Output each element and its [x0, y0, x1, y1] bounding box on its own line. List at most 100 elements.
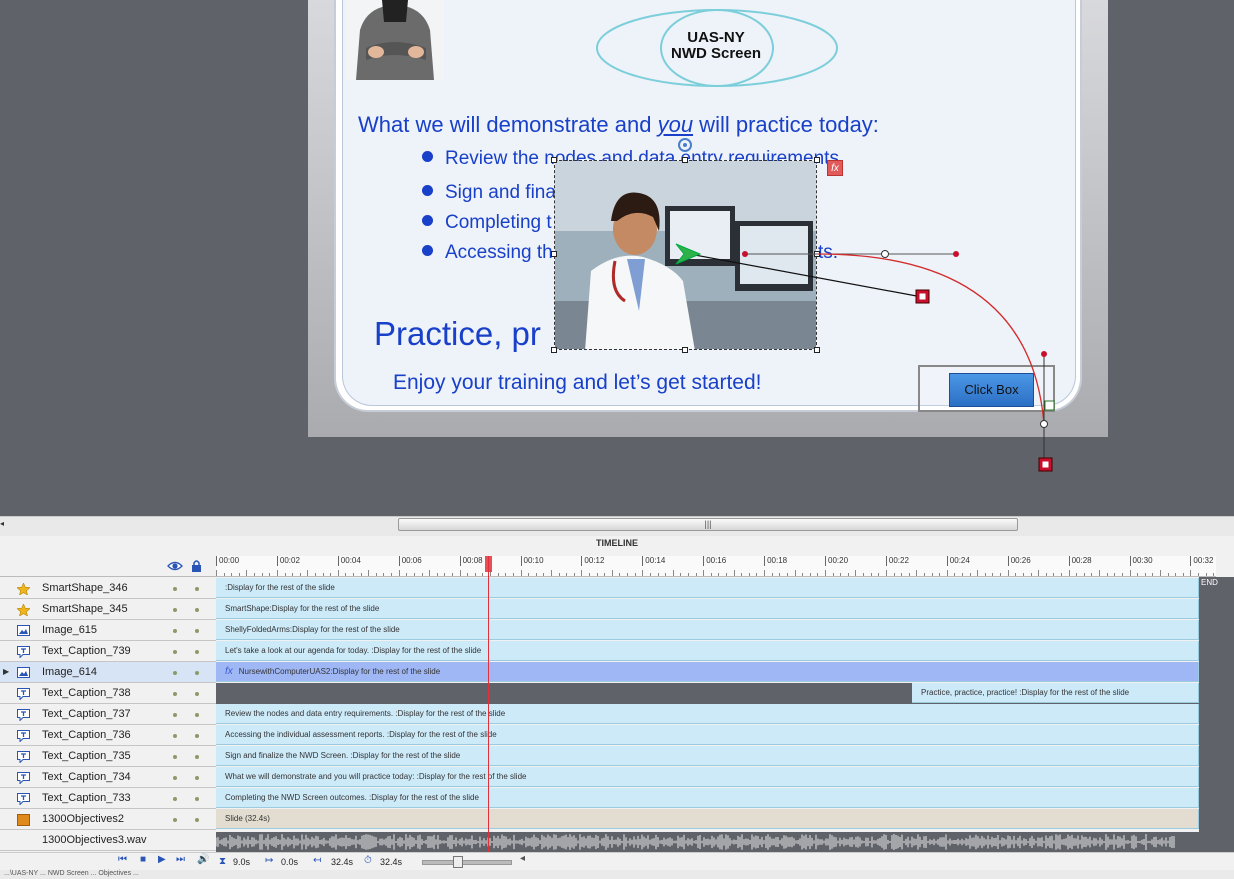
zoom-left-arrow-icon[interactable]: ◂ [520, 853, 525, 864]
visibility-toggle[interactable] [173, 692, 177, 696]
timeline-bar[interactable]: ShellyFoldedArms:Display for the rest of… [216, 620, 1199, 640]
lock-toggle[interactable] [195, 776, 199, 780]
ruler-minor-tick [786, 573, 788, 576]
end-time-value: 32.4s [380, 857, 403, 867]
layer-name: 1300Objectives3.wav [42, 834, 147, 846]
lock-icon[interactable] [191, 559, 202, 572]
visibility-toggle[interactable] [173, 587, 177, 591]
timeline-bar[interactable]: fx NursewithComputerUAS2:Display for the … [216, 662, 1199, 682]
ruler-minor-tick [299, 573, 301, 576]
ruler-minor-tick [908, 573, 910, 576]
ruler-minor-tick [398, 570, 400, 576]
visibility-toggle[interactable] [173, 818, 177, 822]
timeline-bar[interactable]: SmartShape:Display for the rest of the s… [216, 599, 1199, 619]
lock-toggle[interactable] [195, 629, 199, 633]
zoom-slider-track[interactable] [422, 860, 512, 865]
lock-toggle[interactable] [195, 818, 199, 822]
expand-arrow-icon[interactable]: ▶ [3, 667, 9, 676]
timeline-bar[interactable]: Slide (32.4s) [216, 809, 1199, 829]
ruler-minor-tick [375, 573, 377, 576]
scroll-left-arrow-icon[interactable]: ◂ [0, 519, 4, 528]
ruler-minor-tick [611, 570, 613, 576]
ruler-minor-tick [817, 573, 819, 576]
layer-row[interactable]: SmartShape_345 [0, 599, 216, 620]
layer-name: Text_Caption_736 [42, 729, 131, 741]
lock-toggle[interactable] [195, 713, 199, 717]
ruler-minor-tick [1198, 573, 1199, 576]
lock-toggle[interactable] [195, 671, 199, 675]
lock-toggle[interactable] [195, 692, 199, 696]
timeline-ruler[interactable]: 00:00 00:02 00:04 00:06 00:08 00:10 00:12 00:14… [216, 556, 1216, 577]
play-icon[interactable]: ▶ [158, 854, 166, 865]
layer-row[interactable]: 1300Objectives2 [0, 809, 216, 830]
ruler-minor-tick [451, 573, 453, 576]
ruler-minor-tick [550, 570, 552, 576]
ruler-minor-tick [505, 573, 507, 576]
layer-row[interactable]: Text_Caption_734 [0, 767, 216, 788]
audio-speaker-icon[interactable]: 🔊 [197, 854, 209, 865]
slide-icon [17, 813, 30, 826]
layer-row[interactable]: Text_Caption_737 [0, 704, 216, 725]
layer-row[interactable]: Text_Caption_736 [0, 725, 216, 746]
lock-toggle[interactable] [195, 650, 199, 654]
layer-row[interactable]: 1300Objectives3.wav [0, 830, 216, 851]
timeline-bar-label: Completing the NWD Screen outcomes. :Dis… [225, 793, 479, 802]
ruler-minor-tick [977, 570, 979, 576]
timeline-bar[interactable]: Completing the NWD Screen outcomes. :Dis… [216, 788, 1199, 808]
visibility-toggle[interactable] [173, 671, 177, 675]
ruler-minor-tick [756, 573, 758, 576]
ruler-minor-tick [939, 573, 941, 576]
forward-end-icon[interactable]: ⏭ [176, 854, 185, 865]
lock-toggle[interactable] [195, 587, 199, 591]
small-handle-icon[interactable] [1044, 400, 1055, 411]
layer-row[interactable]: Image_615 [0, 620, 216, 641]
timeline-bar[interactable]: :Display for the rest of the slide [216, 578, 1199, 598]
ruler-minor-tick [665, 573, 667, 576]
visibility-toggle[interactable] [173, 734, 177, 738]
timeline-bar[interactable]: Sign and finalize the NWD Screen. :Displ… [216, 746, 1199, 766]
ruler-minor-tick [1083, 573, 1085, 576]
visibility-toggle[interactable] [173, 797, 177, 801]
audio-waveform[interactable] [215, 832, 1199, 852]
stopwatch-icon: ⏱ [364, 855, 372, 866]
timeline-bar[interactable]: Accessing the individual assessment repo… [216, 725, 1199, 745]
visibility-toggle[interactable] [173, 713, 177, 717]
rotate-handle-icon[interactable] [678, 138, 692, 152]
eye-icon[interactable] [167, 560, 183, 572]
timeline-bar[interactable]: Practice, practice, practice! :Display f… [912, 683, 1199, 703]
visibility-toggle[interactable] [173, 650, 177, 654]
timeline-end-label: END [1201, 578, 1218, 587]
layer-row[interactable]: Text_Caption_733 [0, 788, 216, 809]
timeline-bar[interactable]: Review the nodes and data entry requirem… [216, 704, 1199, 724]
timeline-bar[interactable]: What we will demonstrate and you will pr… [216, 767, 1199, 787]
ruler-minor-tick [589, 573, 590, 576]
visibility-toggle[interactable] [173, 755, 177, 759]
stop-icon[interactable]: ■ [140, 854, 146, 865]
layer-row[interactable]: Text_Caption_738 [0, 683, 216, 704]
lock-toggle[interactable] [195, 755, 199, 759]
scrollbar-thumb[interactable]: ||| [398, 518, 1018, 531]
ruler-minor-tick [672, 570, 674, 576]
timeline-bar-label: Let's take a look at our agenda for toda… [225, 646, 482, 655]
ruler-minor-tick [1213, 573, 1215, 576]
layer-row[interactable]: SmartShape_346 [0, 578, 216, 599]
layer-name: Text_Caption_733 [42, 792, 131, 804]
curved-motion-path[interactable] [817, 253, 1045, 425]
playhead-line[interactable] [488, 556, 489, 852]
lock-toggle[interactable] [195, 734, 199, 738]
visibility-toggle[interactable] [173, 608, 177, 612]
lock-toggle[interactable] [195, 797, 199, 801]
motion-start-arrow-icon[interactable] [675, 243, 702, 265]
lock-toggle[interactable] [195, 608, 199, 612]
layer-row[interactable]: Text_Caption_739 [0, 641, 216, 662]
ruler-minor-tick [1152, 573, 1154, 576]
ruler-minor-tick [916, 570, 918, 576]
zoom-slider-thumb[interactable] [453, 856, 463, 868]
visibility-toggle[interactable] [173, 629, 177, 633]
rewind-icon[interactable]: ⏮ [118, 854, 127, 865]
layer-row[interactable]: ▶ Image_614 [0, 662, 216, 683]
duration-icon: ↤ [313, 855, 322, 866]
timeline-bar[interactable]: Let's take a look at our agenda for toda… [216, 641, 1199, 661]
layer-row[interactable]: Text_Caption_735 [0, 746, 216, 767]
visibility-toggle[interactable] [173, 776, 177, 780]
